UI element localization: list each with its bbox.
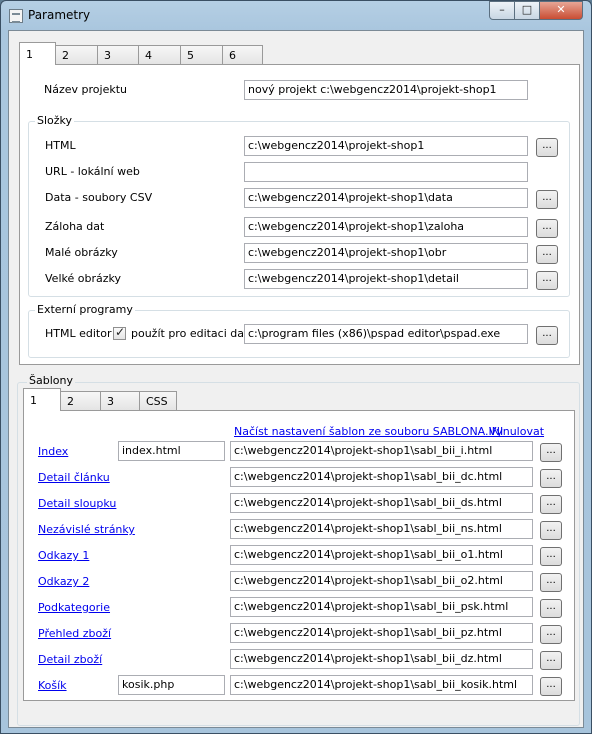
dialog-client-area: 1 2 3 4 5 6 Název projektu nový projekt …	[8, 30, 584, 728]
title-bar[interactable]: Parametry – □ ✕	[1, 1, 591, 29]
templates-legend: Šablony	[27, 374, 75, 387]
large-images-input[interactable]: c:\webgencz2014\projekt-shop1\detail	[244, 269, 528, 289]
small-images-browse-button[interactable]: ...	[536, 245, 558, 264]
folders-group: Složky HTML c:\webgencz2014\projekt-shop…	[28, 114, 570, 297]
minimize-button[interactable]: –	[489, 1, 515, 20]
template-label-index[interactable]: Index	[38, 445, 68, 458]
template-path-subcategory[interactable]: c:\webgencz2014\projekt-shop1\sabl_bii_p…	[230, 597, 533, 617]
external-programs-group: Externí programy HTML editor použít pro …	[28, 303, 570, 358]
maximize-button[interactable]: □	[514, 1, 540, 20]
app-icon	[9, 9, 23, 23]
template-browse-links-2[interactable]: ...	[540, 573, 562, 592]
small-images-input[interactable]: c:\webgencz2014\projekt-shop1\obr	[244, 243, 528, 263]
top-tab-panel: Název projektu nový projekt c:\webgencz2…	[19, 64, 580, 365]
template-browse-index[interactable]: ...	[540, 443, 562, 462]
backup-label: Záloha dat	[45, 220, 105, 233]
data-csv-browse-button[interactable]: ...	[536, 190, 558, 209]
html-editor-path-input[interactable]: c:\program files (x86)\pspad editor\pspa…	[244, 324, 528, 344]
template-browse-subcategory[interactable]: ...	[540, 599, 562, 618]
tab-3[interactable]: 3	[97, 45, 139, 65]
templates-tab-strip: 1 2 3 CSS	[23, 388, 177, 411]
url-local-web-input[interactable]	[244, 162, 528, 182]
parametry-window: Parametry – □ ✕ 1 2 3 4 5 6 Název projek…	[0, 0, 592, 734]
template-label-article-detail[interactable]: Detail článku	[38, 471, 110, 484]
backup-browse-button[interactable]: ...	[536, 219, 558, 238]
load-sablona-ini-link[interactable]: Načíst nastavení šablon ze souboru SABLO…	[234, 425, 503, 438]
templates-tab-css[interactable]: CSS	[139, 391, 177, 411]
template-path-column-detail[interactable]: c:\webgencz2014\projekt-shop1\sabl_bii_d…	[230, 493, 533, 513]
templates-tab-3[interactable]: 3	[100, 391, 140, 411]
templates-tab-2[interactable]: 2	[60, 391, 101, 411]
tab-6[interactable]: 6	[222, 45, 263, 65]
use-for-editing-checkbox[interactable]	[113, 325, 126, 340]
data-csv-label: Data - soubory CSV	[45, 191, 153, 204]
template-label-column-detail[interactable]: Detail sloupku	[38, 497, 116, 510]
backup-input[interactable]: c:\webgencz2014\projekt-shop1\zaloha	[244, 217, 528, 237]
external-programs-legend: Externí programy	[35, 303, 135, 316]
template-browse-column-detail[interactable]: ...	[540, 495, 562, 514]
html-folder-input[interactable]: c:\webgencz2014\projekt-shop1	[244, 136, 528, 156]
template-browse-cart[interactable]: ...	[540, 677, 562, 696]
template-browse-product-detail[interactable]: ...	[540, 651, 562, 670]
template-path-cart[interactable]: c:\webgencz2014\projekt-shop1\sabl_bii_k…	[230, 675, 533, 695]
templates-tab-panel: Načíst nastavení šablon ze souboru SABLO…	[23, 410, 575, 701]
html-editor-label: HTML editor	[45, 327, 112, 340]
template-path-article-detail[interactable]: c:\webgencz2014\projekt-shop1\sabl_bii_d…	[230, 467, 533, 487]
window-title: Parametry	[28, 8, 91, 22]
template-label-links-1[interactable]: Odkazy 1	[38, 549, 89, 562]
template-file-index[interactable]: index.html	[118, 441, 225, 461]
data-csv-input[interactable]: c:\webgencz2014\projekt-shop1\data	[244, 188, 528, 208]
template-path-product-detail[interactable]: c:\webgencz2014\projekt-shop1\sabl_bii_d…	[230, 649, 533, 669]
url-local-web-label: URL - lokální web	[45, 165, 140, 178]
html-folder-label: HTML	[45, 139, 76, 152]
large-images-browse-button[interactable]: ...	[536, 271, 558, 290]
template-label-subcategory[interactable]: Podkategorie	[38, 601, 110, 614]
template-path-index[interactable]: c:\webgencz2014\projekt-shop1\sabl_bii_i…	[230, 441, 533, 461]
folders-legend: Složky	[35, 114, 75, 127]
top-tab-strip: 1 2 3 4 5 6	[19, 42, 263, 65]
template-path-independent-pages[interactable]: c:\webgencz2014\projekt-shop1\sabl_bii_n…	[230, 519, 533, 539]
template-path-links-1[interactable]: c:\webgencz2014\projekt-shop1\sabl_bii_o…	[230, 545, 533, 565]
template-browse-product-overview[interactable]: ...	[540, 625, 562, 644]
project-name-label: Název projektu	[44, 83, 127, 96]
template-browse-independent-pages[interactable]: ...	[540, 521, 562, 540]
templates-tab-1[interactable]: 1	[23, 388, 61, 411]
close-button[interactable]: ✕	[539, 1, 583, 20]
template-label-cart[interactable]: Košík	[38, 679, 67, 692]
tab-1[interactable]: 1	[19, 42, 56, 65]
template-label-product-detail[interactable]: Detail zboží	[38, 653, 102, 666]
project-name-input[interactable]: nový projekt c:\webgencz2014\projekt-sho…	[244, 80, 528, 100]
html-folder-browse-button[interactable]: ...	[536, 138, 558, 157]
tab-4[interactable]: 4	[138, 45, 181, 65]
large-images-label: Velké obrázky	[45, 272, 121, 285]
tab-2[interactable]: 2	[55, 45, 98, 65]
tab-5[interactable]: 5	[180, 45, 223, 65]
template-path-product-overview[interactable]: c:\webgencz2014\projekt-shop1\sabl_bii_p…	[230, 623, 533, 643]
template-label-product-overview[interactable]: Přehled zboží	[38, 627, 111, 640]
html-editor-browse-button[interactable]: ...	[536, 326, 558, 345]
template-label-independent-pages[interactable]: Nezávislé stránky	[38, 523, 135, 536]
template-file-cart[interactable]: kosik.php	[118, 675, 225, 695]
reset-link[interactable]: Vynulovat	[489, 425, 544, 438]
use-for-editing-label: použít pro editaci dat	[131, 327, 249, 340]
template-browse-article-detail[interactable]: ...	[540, 469, 562, 488]
template-browse-links-1[interactable]: ...	[540, 547, 562, 566]
template-path-links-2[interactable]: c:\webgencz2014\projekt-shop1\sabl_bii_o…	[230, 571, 533, 591]
template-label-links-2[interactable]: Odkazy 2	[38, 575, 89, 588]
small-images-label: Malé obrázky	[45, 246, 118, 259]
